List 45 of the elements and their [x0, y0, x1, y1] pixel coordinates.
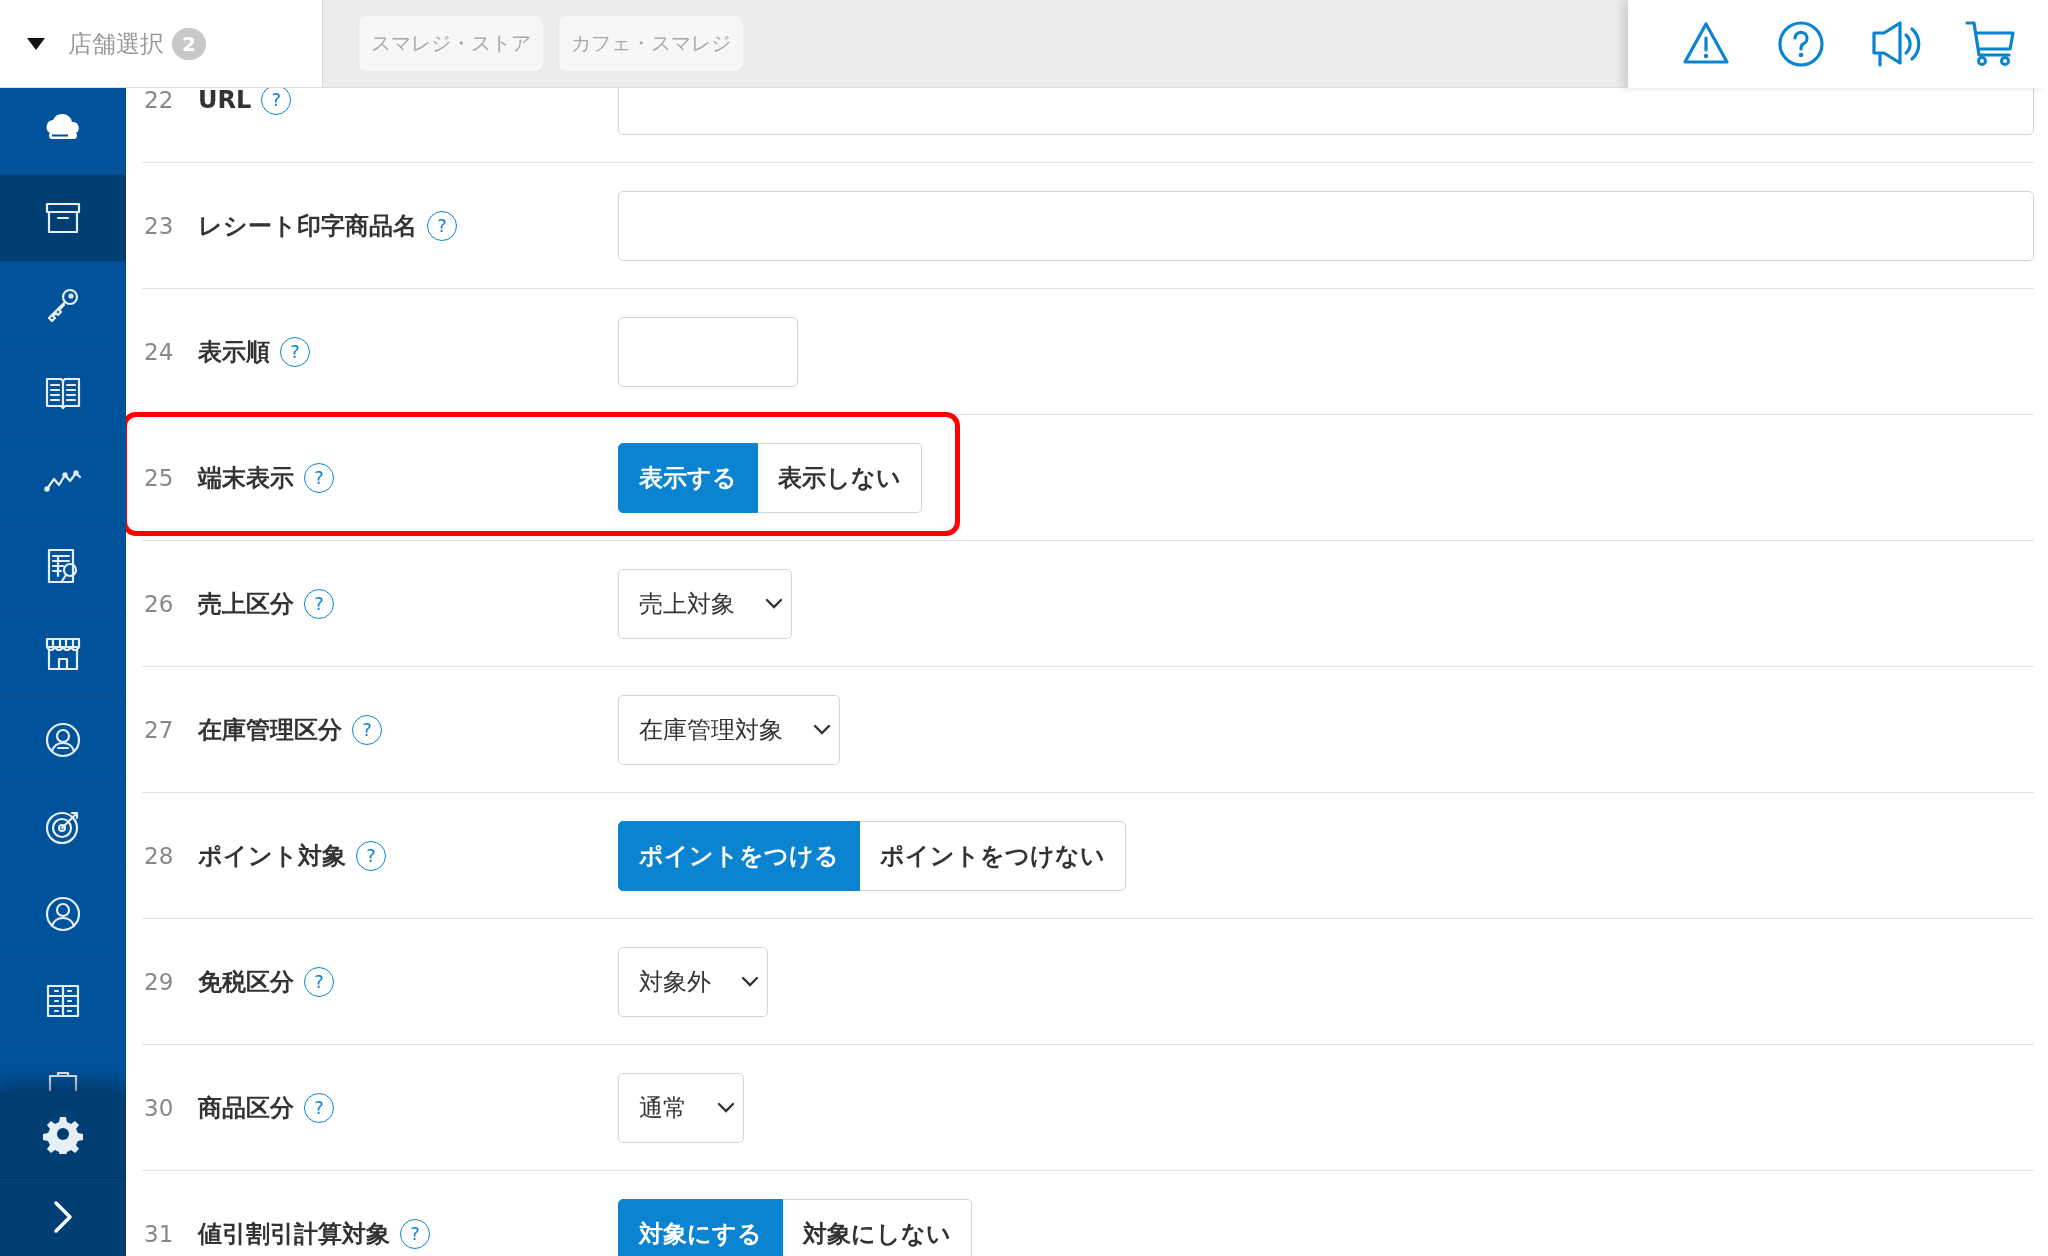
row-number: 27: [144, 716, 175, 743]
chevron-down-icon: [765, 597, 783, 610]
store-tag[interactable]: スマレジ・ストア: [359, 16, 543, 71]
megaphone-icon[interactable]: [1869, 19, 1922, 69]
chevron-down-icon: [741, 975, 759, 988]
field-label: 売上区分: [198, 588, 294, 620]
row-number: 28: [144, 842, 175, 869]
settings-button[interactable]: [0, 1091, 126, 1177]
field-label: 値引割引計算対象: [198, 1218, 390, 1250]
cart-icon[interactable]: [1964, 19, 2017, 69]
toggle-option[interactable]: ポイントをつける: [618, 820, 860, 891]
store-select-label: 店舗選択: [68, 28, 164, 60]
select-dropdown[interactable]: 売上対象: [618, 568, 792, 639]
input-field[interactable]: [618, 190, 2034, 261]
toggle-option[interactable]: ポイントをつけない: [860, 820, 1126, 891]
select-dropdown[interactable]: 在庫管理対象: [618, 694, 840, 765]
select-dropdown[interactable]: 通常: [618, 1072, 744, 1143]
toggle-option[interactable]: 表示しない: [758, 442, 922, 513]
chevron-right-icon: [51, 1199, 75, 1235]
sidebar-item[interactable]: [0, 175, 126, 262]
toggle-option[interactable]: 表示する: [618, 442, 758, 513]
field-label: URL: [198, 88, 252, 114]
input-field[interactable]: [618, 316, 798, 387]
row-number: 31: [144, 1220, 175, 1247]
field-label: 商品区分: [198, 1092, 294, 1124]
field-label: 表示順: [198, 336, 270, 368]
row-number: 23: [144, 212, 175, 239]
select-dropdown[interactable]: 対象外: [618, 946, 768, 1017]
field-label: 在庫管理区分: [198, 714, 342, 746]
toggle-option[interactable]: 対象にしない: [783, 1198, 972, 1256]
row-number: 25: [144, 464, 175, 491]
chevron-down-icon: [813, 723, 831, 736]
row-number: 24: [144, 338, 175, 365]
row-number: 29: [144, 968, 175, 995]
toggle-option[interactable]: 対象にする: [618, 1198, 783, 1256]
field-label: レシート印字商品名: [198, 210, 417, 242]
settings-icon: [43, 1114, 83, 1154]
row-number: 26: [144, 590, 175, 617]
row-number: 30: [144, 1094, 175, 1121]
chevron-down-icon: [717, 1101, 735, 1114]
store-tag[interactable]: カフェ・スマレジ: [559, 16, 743, 71]
field-label: ポイント対象: [198, 840, 346, 872]
field-label: 免税区分: [198, 966, 294, 998]
row-number: 22: [144, 88, 175, 113]
field-label: 端末表示: [198, 462, 294, 494]
